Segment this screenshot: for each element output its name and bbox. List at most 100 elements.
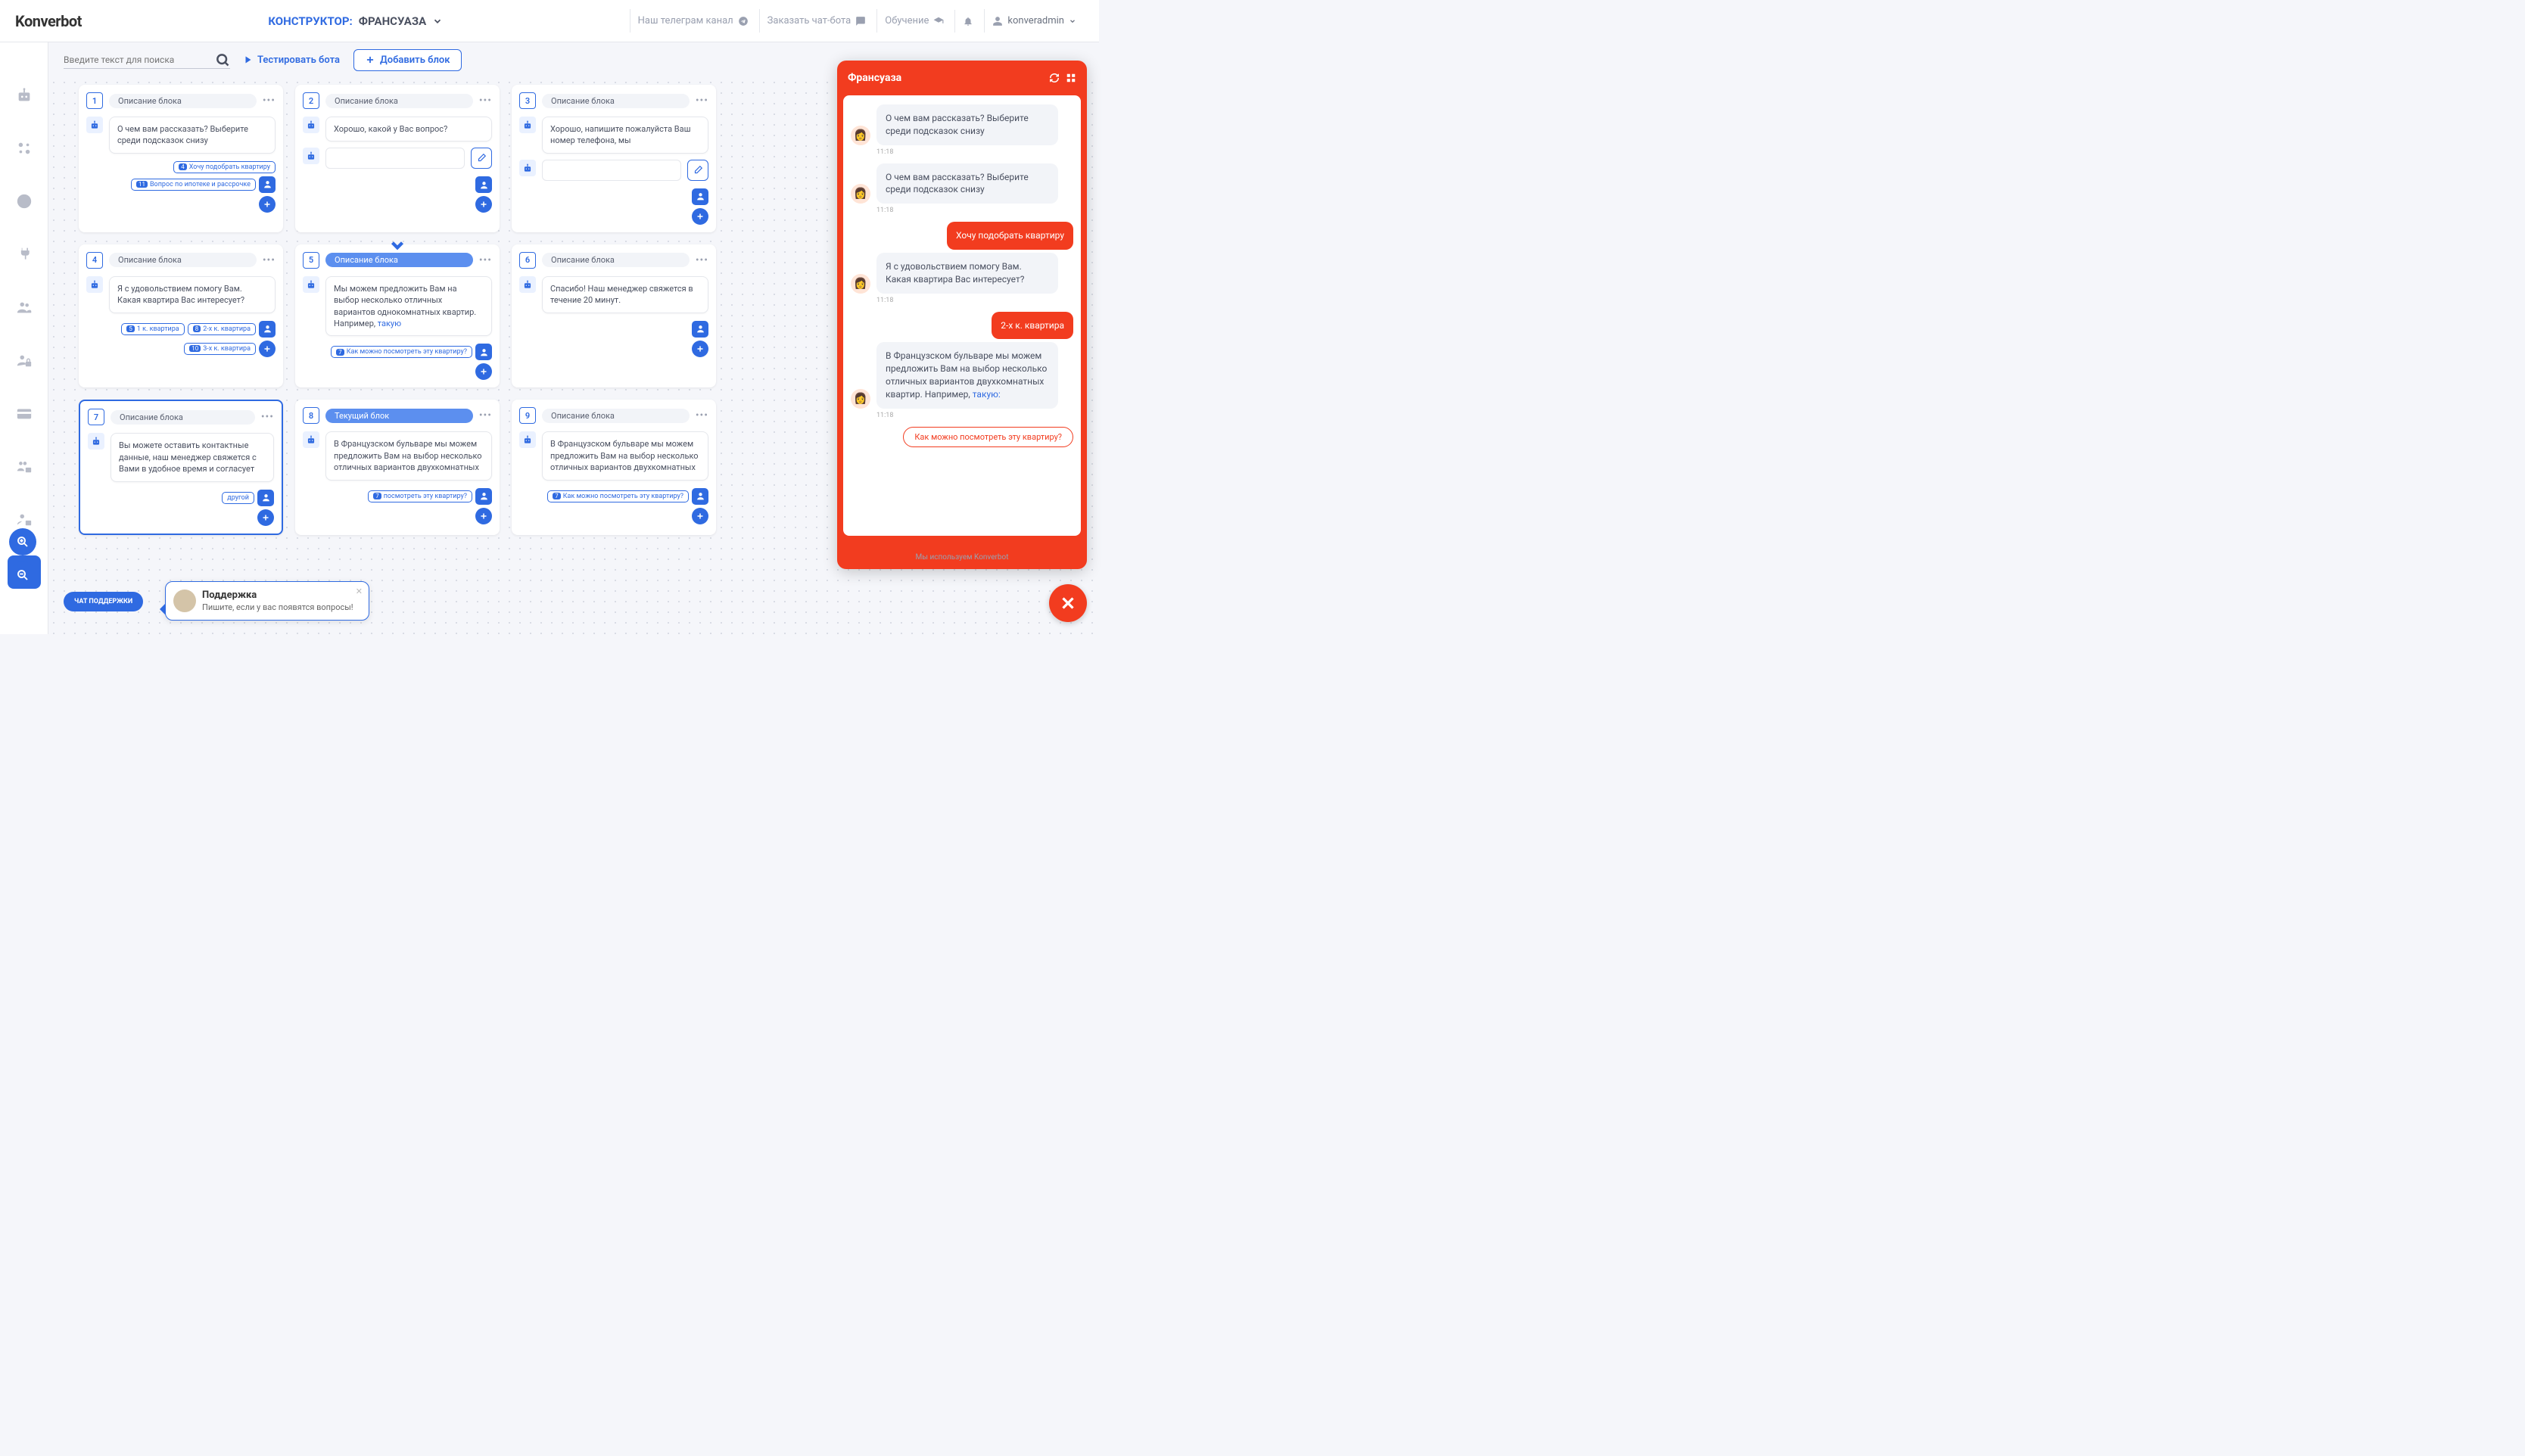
- chat-title: Франсуаза: [848, 72, 1043, 84]
- sidebar-card-icon[interactable]: [8, 397, 41, 430]
- chat-expand-button[interactable]: [1066, 73, 1076, 83]
- add-block-button[interactable]: Добавить блок: [353, 49, 462, 71]
- block-title[interactable]: Описание блока: [109, 94, 257, 108]
- block-menu-button[interactable]: •••: [696, 254, 708, 266]
- block-menu-button[interactable]: •••: [263, 254, 276, 266]
- add-option-button[interactable]: [475, 196, 492, 213]
- block-title[interactable]: Описание блока: [111, 410, 255, 425]
- block-6[interactable]: 6 Описание блока ••• Спасибо! Наш менедж…: [512, 244, 716, 388]
- add-option-button[interactable]: [475, 508, 492, 524]
- user-icon: [992, 16, 1003, 26]
- sidebar-userlock-icon[interactable]: [8, 344, 41, 377]
- add-option-button[interactable]: [475, 363, 492, 380]
- chat-close-button[interactable]: [1049, 584, 1087, 622]
- add-option-button[interactable]: [257, 509, 274, 526]
- option-chip[interactable]: 4Хочу подобрать квартиру: [173, 161, 276, 173]
- block-number: 1: [86, 92, 103, 109]
- chat-suggestion-chip[interactable]: Как можно посмотреть эту квартиру?: [903, 427, 1073, 447]
- block-message[interactable]: Вы можете оставить контактные данные, на…: [111, 433, 274, 481]
- order-bot-link[interactable]: Заказать чат-бота: [759, 9, 874, 33]
- add-option-button[interactable]: [259, 196, 276, 213]
- block-menu-button[interactable]: •••: [479, 409, 492, 422]
- header-right: Наш телеграм канал Заказать чат-бота Обу…: [630, 9, 1084, 33]
- block-title[interactable]: Описание блока: [542, 409, 690, 423]
- block-message[interactable]: В Французском бульваре мы можем предложи…: [542, 431, 708, 480]
- block-message[interactable]: Я с удовольствием помогу Вам. Какая квар…: [109, 276, 276, 313]
- bot-name[interactable]: ФРАНСУАЗА: [359, 14, 426, 28]
- option-chip[interactable]: 7Как можно посмотреть эту квартиру?: [331, 346, 472, 358]
- add-option-button[interactable]: [692, 341, 708, 357]
- user-icon: [475, 176, 492, 193]
- robot-icon: [519, 431, 536, 448]
- sidebar-settings-icon[interactable]: [8, 132, 41, 165]
- chat-icon: [855, 16, 866, 26]
- block-message[interactable]: Хорошо, напишите пожалуйста Ваш номер те…: [542, 117, 708, 154]
- block-title[interactable]: Описание блока: [109, 253, 257, 267]
- block-menu-button[interactable]: •••: [479, 95, 492, 107]
- robot-icon: [86, 276, 103, 293]
- block-input[interactable]: [542, 160, 681, 181]
- learn-link[interactable]: Обучение: [876, 9, 951, 33]
- search-button[interactable]: [215, 52, 230, 67]
- block-message[interactable]: Спасибо! Наш менеджер свяжется в течение…: [542, 276, 708, 313]
- block-title[interactable]: Описание блока: [542, 253, 690, 267]
- block-menu-button[interactable]: •••: [696, 95, 708, 107]
- test-bot-button[interactable]: Тестировать бота: [244, 54, 340, 66]
- zoom-out-button[interactable]: [9, 562, 36, 589]
- block-menu-button[interactable]: •••: [696, 409, 708, 422]
- block-9[interactable]: 9 Описание блока ••• В Французском бульв…: [512, 400, 716, 534]
- bot-avatar: 👩: [851, 389, 870, 409]
- user-menu[interactable]: konveradmin: [984, 9, 1084, 33]
- add-option-button[interactable]: [692, 508, 708, 524]
- sidebar-plugin-icon[interactable]: [8, 238, 41, 271]
- block-menu-button[interactable]: •••: [479, 254, 492, 266]
- notifications-button[interactable]: [954, 10, 981, 33]
- telegram-link[interactable]: Наш телеграм канал: [630, 9, 756, 33]
- block-4[interactable]: 4 Описание блока ••• Я с удовольствием п…: [79, 244, 283, 388]
- zoom-in-button[interactable]: [9, 528, 36, 555]
- support-chat-pill[interactable]: ЧАТ ПОДДЕРЖКИ: [64, 592, 143, 611]
- chat-message-user: 2-х к. квартира: [851, 312, 1073, 340]
- option-chip[interactable]: 11Вопрос по ипотеке и рассрочке: [131, 179, 256, 191]
- edit-button[interactable]: [471, 148, 492, 169]
- option-chip[interactable]: другой: [222, 492, 254, 504]
- sidebar-stats-icon[interactable]: [8, 185, 41, 218]
- add-option-button[interactable]: [692, 208, 708, 225]
- block-title[interactable]: Описание блока: [325, 94, 473, 108]
- chat-body[interactable]: 👩О чем вам рассказать? Выберите среди по…: [843, 95, 1081, 536]
- block-message[interactable]: Мы можем предложить Вам на выбор несколь…: [325, 276, 492, 337]
- support-close-button[interactable]: ✕: [356, 586, 363, 596]
- option-chip[interactable]: 51 к. квартира: [121, 323, 184, 335]
- block-title[interactable]: Описание блока: [325, 253, 473, 267]
- block-input[interactable]: [325, 148, 465, 169]
- chat-refresh-button[interactable]: [1049, 73, 1060, 83]
- robot-icon: [303, 117, 319, 133]
- block-message[interactable]: В Французском бульваре мы можем предложи…: [325, 431, 492, 480]
- chevron-down-icon[interactable]: [432, 16, 443, 26]
- option-chip[interactable]: 82-х к. квартира: [188, 323, 256, 335]
- sidebar-bot-icon[interactable]: [8, 79, 41, 112]
- search-input[interactable]: [64, 51, 215, 68]
- robot-icon: [303, 276, 319, 293]
- block-message[interactable]: Хорошо, какой у Вас вопрос?: [325, 117, 492, 142]
- option-chip[interactable]: 7Как можно посмотреть эту квартиру?: [547, 490, 689, 502]
- chat-message-bot: 👩В Французском бульваре мы можем предлож…: [851, 342, 1073, 408]
- block-1[interactable]: 1 Описание блока ••• О чем вам рассказат…: [79, 85, 283, 232]
- option-chip[interactable]: 7посмотреть эту квартиру?: [368, 490, 472, 502]
- block-message[interactable]: О чем вам рассказать? Выберите среди под…: [109, 117, 276, 154]
- add-option-button[interactable]: [259, 341, 276, 357]
- sidebar-users-icon[interactable]: [8, 291, 41, 324]
- sidebar-userslock-icon[interactable]: [8, 450, 41, 483]
- app-header: Konverbot КОНСТРУКТОР: ФРАНСУАЗА Наш тел…: [0, 0, 1099, 42]
- block-5[interactable]: 5 Описание блока ••• Мы можем предложить…: [295, 244, 500, 388]
- block-menu-button[interactable]: •••: [263, 95, 276, 107]
- block-7[interactable]: 7 Описание блока ••• Вы можете оставить …: [79, 400, 283, 534]
- block-8[interactable]: 8 Текущий блок ••• В Французском бульвар…: [295, 400, 500, 534]
- block-title[interactable]: Текущий блок: [325, 409, 473, 423]
- block-title[interactable]: Описание блока: [542, 94, 690, 108]
- block-3[interactable]: 3 Описание блока ••• Хорошо, напишите по…: [512, 85, 716, 232]
- block-menu-button[interactable]: •••: [261, 411, 274, 423]
- edit-button[interactable]: [687, 160, 708, 181]
- block-2[interactable]: 2 Описание блока ••• Хорошо, какой у Вас…: [295, 85, 500, 232]
- option-chip[interactable]: 103-х к. квартира: [184, 343, 256, 355]
